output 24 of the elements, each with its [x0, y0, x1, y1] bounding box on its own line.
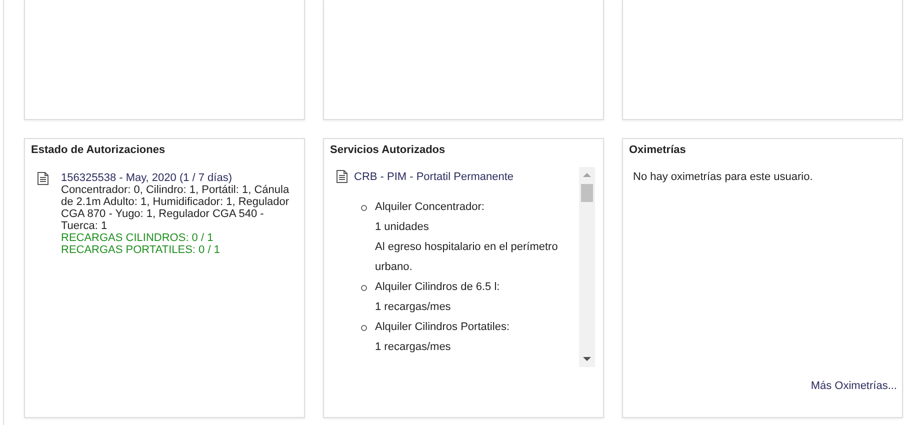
document-icon [336, 170, 348, 183]
service-name: Alquiler Cilindros de 6.5 l: [375, 280, 501, 295]
service-detail: 1 recargas/mes [375, 340, 452, 355]
service-name: Alquiler Cilindros Portatiles: [375, 320, 510, 335]
authorization-header: 156325538 - May, 2020 (1 / 7 días) [61, 172, 234, 184]
more-oximetries-link[interactable]: Más Oximetrías... [810, 380, 897, 392]
panel-title: Estado de Autorizaciones [30, 143, 166, 156]
scrollbar[interactable] [579, 167, 595, 367]
recharge-status: RECARGAS PORTATILES: 0 / 1 [61, 244, 221, 256]
bullet-icon [361, 285, 367, 291]
panel-title: Oximetrías [628, 143, 687, 156]
document-icon [37, 172, 49, 185]
service-detail: Al egreso hospitalario en el perímetro urbano. [375, 240, 559, 275]
service-name: Alquiler Concentrador: [375, 200, 486, 215]
plan-name: CRB - PIM - Portatil Permanente [354, 170, 514, 182]
bullet-icon [361, 325, 367, 331]
empty-message: No hay oximetrías para este usuario. [632, 170, 814, 183]
service-detail: 1 recargas/mes [375, 300, 452, 315]
scrollbar-thumb[interactable] [581, 184, 593, 202]
service-detail: 1 unidades [375, 220, 430, 235]
panel-title: Servicios Autorizados [329, 143, 446, 156]
authorization-detail: Concentrador: 0, Cilindro: 1, Portátil: 1, Cánula de 2.1m Adulto: 1, Humidificador: 1, Regulador CGA 870 - Yugo: 1, Regulador CGA 540 - Tuerca: 1 [61, 184, 290, 232]
recharge-status: RECARGAS CILINDROS: 0 / 1 [61, 232, 214, 244]
bullet-icon [361, 205, 367, 211]
